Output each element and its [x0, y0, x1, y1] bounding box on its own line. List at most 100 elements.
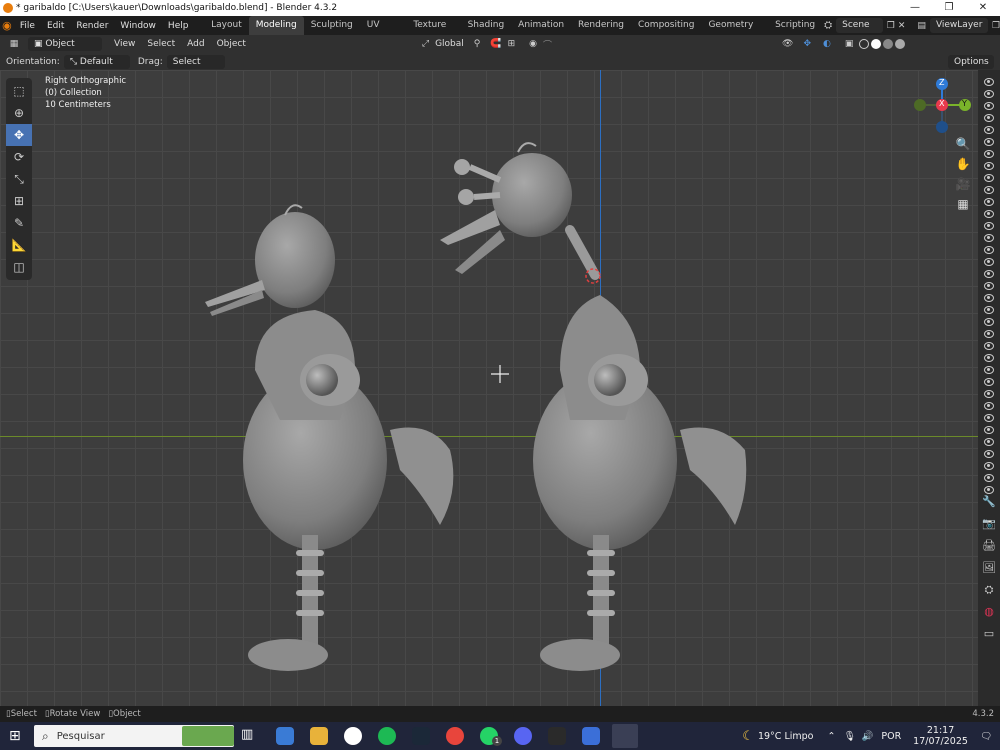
visibility-eye-icon[interactable] — [984, 318, 994, 326]
visibility-eye-icon[interactable] — [984, 174, 994, 182]
visibility-eye-icon[interactable] — [984, 138, 994, 146]
visibility-eye-icon[interactable] — [984, 294, 994, 302]
file-explorer-icon[interactable] — [310, 727, 328, 745]
character-left[interactable] — [205, 204, 454, 671]
options-dropdown[interactable]: Options — [948, 54, 994, 69]
menu-file[interactable]: File — [14, 21, 41, 31]
tab-texture-paint[interactable]: Texture Paint — [406, 16, 460, 49]
tab-geometry-nodes[interactable]: Geometry Nodes — [701, 16, 768, 49]
davinci-icon[interactable] — [344, 727, 362, 745]
visibility-eye-icon[interactable] — [984, 378, 994, 386]
taskbar-search[interactable]: ⌕ Pesquisar — [34, 725, 234, 747]
rendered-shading-icon[interactable] — [895, 39, 906, 49]
windows-start-icon[interactable]: ⊞ — [9, 729, 21, 743]
solid-shading-icon[interactable] — [871, 39, 882, 49]
zoom-icon[interactable]: 🔍 — [953, 134, 973, 154]
visibility-eye-icon[interactable] — [984, 474, 994, 482]
tab-modeling[interactable]: Modeling — [248, 16, 304, 35]
visibility-eye-icon[interactable] — [984, 198, 994, 206]
tab-uv-editing[interactable]: UV Editing — [360, 16, 407, 49]
visibility-eye-icon[interactable] — [984, 270, 994, 278]
xray-icon[interactable]: ▣ — [845, 39, 854, 49]
new-view-layer-icon[interactable]: ❐ — [992, 21, 1000, 31]
visibility-icon[interactable]: 👁 — [782, 39, 793, 49]
menu-help[interactable]: Help — [162, 21, 195, 31]
tray-chevron-icon[interactable]: ⌃ — [827, 731, 835, 742]
delete-scene-icon[interactable]: ✕ — [898, 21, 906, 31]
visibility-eye-icon[interactable] — [984, 210, 994, 218]
collection-properties-icon[interactable]: ▭ — [978, 627, 1000, 649]
visibility-eye-icon[interactable] — [984, 222, 994, 230]
material-shading-icon[interactable] — [883, 39, 894, 49]
menu-render[interactable]: Render — [70, 21, 114, 31]
visibility-eye-icon[interactable] — [984, 414, 994, 422]
discord-icon[interactable] — [514, 727, 532, 745]
cursor-tool-icon[interactable]: ⊕ — [6, 102, 32, 124]
transform-orientation-dropdown[interactable]: Global — [429, 37, 470, 51]
scene-icon[interactable]: ⛭ — [824, 20, 832, 31]
view-layer-icon[interactable]: ▤ — [917, 21, 926, 31]
falloff-icon[interactable]: ⌒ — [543, 38, 552, 51]
tab-rendering[interactable]: Rendering — [571, 16, 631, 35]
visibility-eye-icon[interactable] — [984, 150, 994, 158]
notifications-icon[interactable]: 🗨 — [980, 731, 992, 742]
wireframe-shading-icon[interactable] — [859, 39, 870, 49]
scene-selector[interactable]: Scene — [836, 18, 883, 33]
language-indicator[interactable]: POR — [881, 731, 901, 742]
chrome-icon[interactable] — [446, 727, 464, 745]
tool-properties-icon[interactable]: 🔧 — [978, 495, 1000, 517]
visibility-eye-icon[interactable] — [984, 102, 994, 110]
proportional-edit-icon[interactable]: ◉ — [529, 39, 537, 49]
perspective-grid-icon[interactable]: ▦ — [953, 194, 973, 214]
visibility-eye-icon[interactable] — [984, 246, 994, 254]
orientation-dropdown[interactable]: ⤡ Default — [63, 54, 130, 69]
render-properties-icon[interactable]: 📷 — [978, 517, 1000, 539]
snap-icon[interactable]: 🧲 — [490, 39, 501, 49]
world-properties-icon[interactable]: ◍ — [978, 605, 1000, 627]
spotify-icon[interactable] — [378, 727, 396, 745]
select-tool-icon[interactable]: ⬚ — [6, 80, 32, 102]
blender-taskbar-icon[interactable] — [612, 724, 638, 748]
overlays-icon[interactable]: ◐ — [823, 39, 831, 49]
tab-shading[interactable]: Shading — [461, 16, 512, 35]
drag-dropdown[interactable]: Select Box — [166, 54, 225, 81]
visibility-eye-icon[interactable] — [984, 390, 994, 398]
visibility-eye-icon[interactable] — [984, 426, 994, 434]
3d-viewport[interactable]: Right Orthographic (0) Collection 10 Cen… — [0, 70, 978, 706]
menu-object[interactable]: Object — [211, 37, 252, 51]
clock[interactable]: 21:17 17/07/2025 — [913, 725, 968, 747]
store-icon[interactable] — [276, 727, 294, 745]
visibility-eye-icon[interactable] — [984, 366, 994, 374]
menu-select[interactable]: Select — [141, 37, 181, 51]
output-properties-icon[interactable]: 🖨 — [978, 539, 1000, 561]
visibility-eye-icon[interactable] — [984, 90, 994, 98]
tab-scripting[interactable]: Scripting — [768, 16, 822, 35]
menu-edit[interactable]: Edit — [41, 21, 70, 31]
annotate-tool-icon[interactable]: ✎ — [6, 212, 32, 234]
pivot-icon[interactable]: ⚲ — [474, 39, 481, 49]
tab-compositing[interactable]: Compositing — [631, 16, 701, 35]
visibility-eye-icon[interactable] — [984, 306, 994, 314]
tab-sculpting[interactable]: Sculpting — [304, 16, 360, 35]
tab-layout[interactable]: Layout — [204, 16, 249, 35]
speaker-icon[interactable]: 🔊 — [862, 731, 874, 742]
scale-tool-icon[interactable]: ⤡ — [6, 168, 32, 190]
scene-properties-icon[interactable]: ⛭ — [978, 583, 1000, 605]
move-tool-icon[interactable]: ✥ — [6, 124, 32, 146]
close-button[interactable]: ✕ — [966, 0, 1000, 16]
view-layer-properties-icon[interactable]: 🖼 — [978, 561, 1000, 583]
visibility-eye-icon[interactable] — [984, 342, 994, 350]
visibility-eye-icon[interactable] — [984, 114, 994, 122]
minimize-button[interactable]: — — [898, 0, 932, 16]
menu-window[interactable]: Window — [114, 21, 162, 31]
weather-text[interactable]: 19°C Limpo — [758, 731, 814, 742]
menu-view[interactable]: View — [108, 37, 141, 51]
gizmo-icon[interactable]: ✥ — [803, 39, 811, 49]
task-view-icon[interactable]: ▥ — [241, 727, 259, 745]
visibility-eye-icon[interactable] — [984, 462, 994, 470]
mode-selector[interactable]: ▣ Object Mode — [28, 37, 102, 63]
visibility-eye-icon[interactable] — [984, 282, 994, 290]
character-right[interactable] — [440, 142, 747, 671]
editor-type-icon[interactable]: ▦ — [0, 39, 28, 49]
tab-animation[interactable]: Animation — [511, 16, 571, 35]
